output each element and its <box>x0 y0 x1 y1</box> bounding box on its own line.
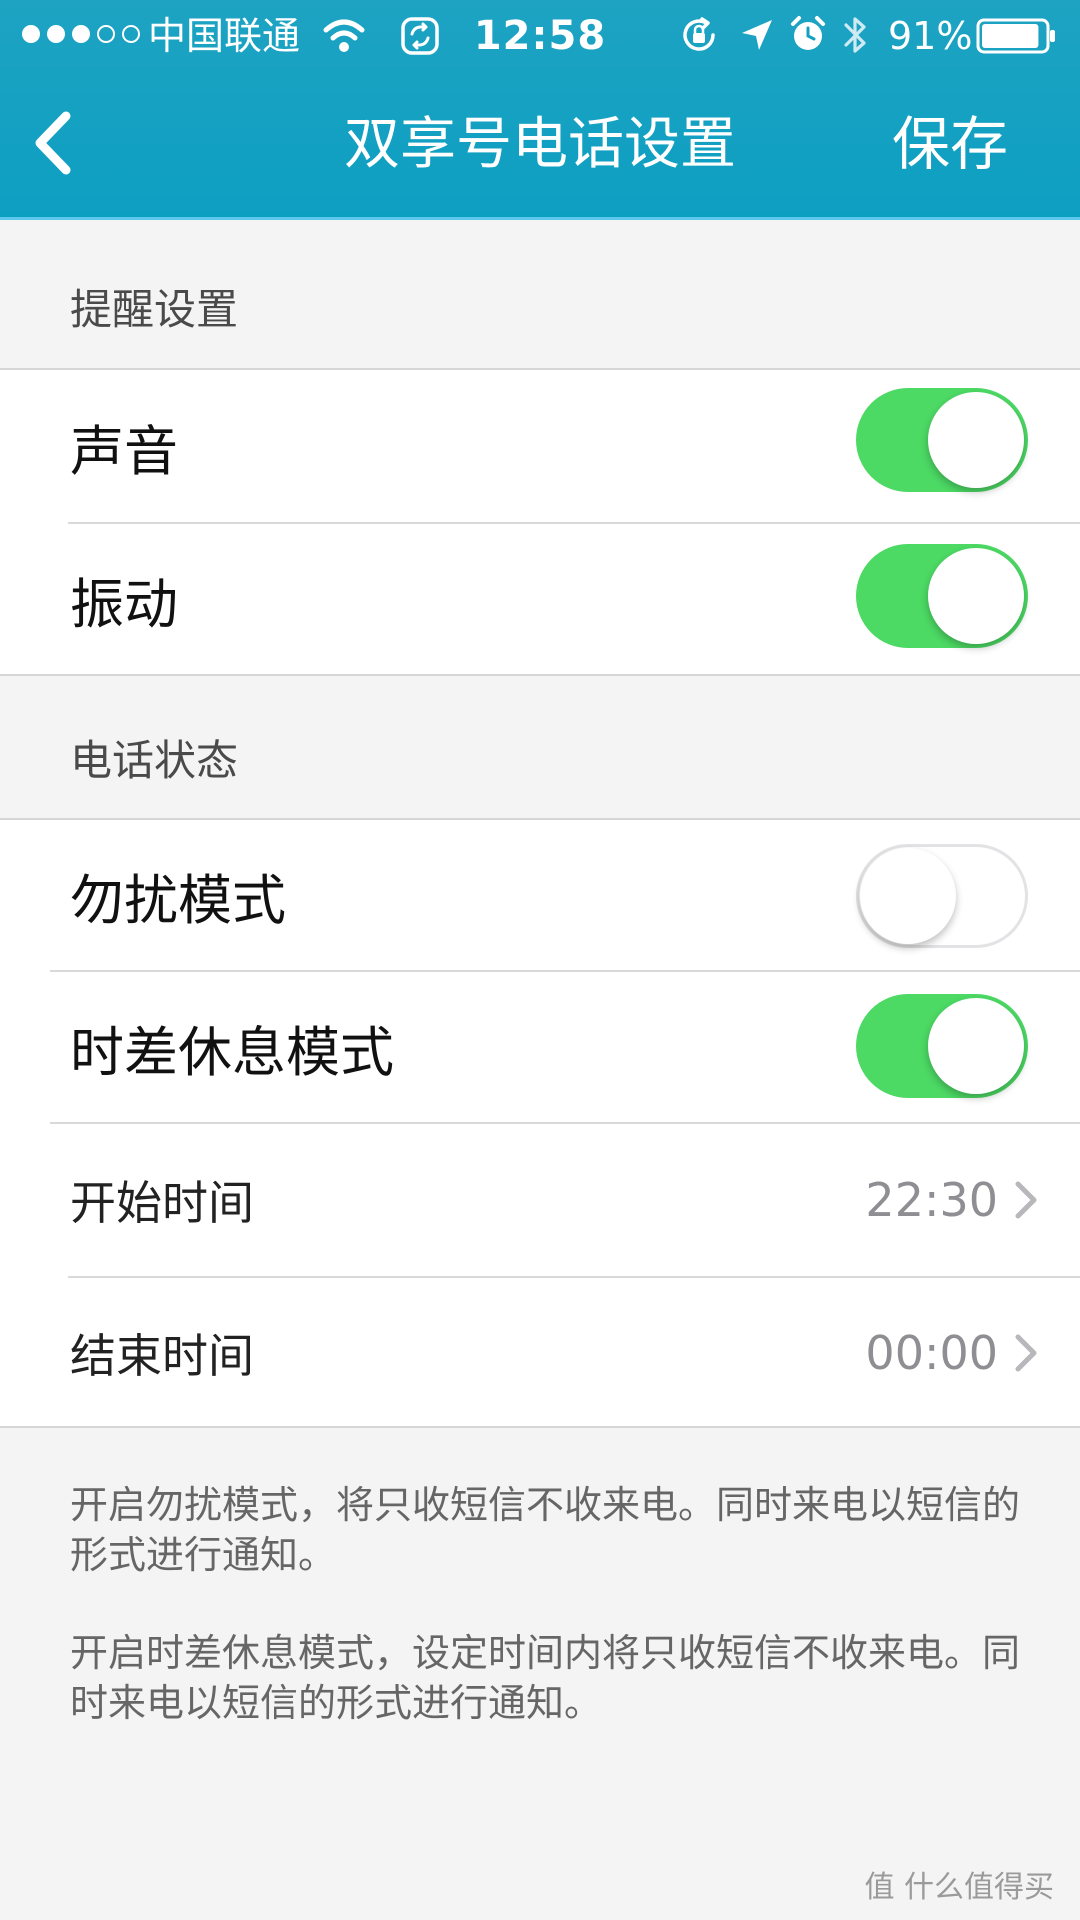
row-label: 声音 <box>70 419 178 483</box>
battery-percent: 91% <box>888 14 973 58</box>
navigation-bar: 双享号电话设置 保存 <box>0 72 1080 217</box>
row-label: 结束时间 <box>70 1329 254 1383</box>
start-time-value-group: 22:30 <box>865 1124 1040 1276</box>
phone-screen: 中国联通 12:58 91% 双享号电话设置 保存 提醒设置 声音 振动 电话状… <box>0 0 1080 1920</box>
end-time-value-group: 00:00 <box>865 1278 1040 1428</box>
header: 中国联通 12:58 91% 双享号电话设置 保存 <box>0 0 1080 220</box>
watermark-text: 值 什么值得买 <box>864 1870 1054 1905</box>
chevron-right-icon <box>1015 1334 1037 1372</box>
settings-row-end-time[interactable]: 结束时间 00:00 <box>0 1278 1080 1428</box>
do-not-disturb-toggle[interactable] <box>856 844 1028 948</box>
vibration-toggle[interactable] <box>856 544 1028 648</box>
settings-row-vibration: 振动 <box>0 524 1080 674</box>
status-bar: 中国联通 12:58 91% <box>0 0 1080 72</box>
row-label: 开始时间 <box>70 1176 254 1230</box>
battery-icon <box>976 18 1055 54</box>
toggle-knob <box>860 848 956 944</box>
toggle-knob <box>928 998 1024 1094</box>
chevron-right-icon <box>1015 1181 1037 1219</box>
row-label: 振动 <box>70 572 178 636</box>
settings-row-do-not-disturb: 勿扰模式 <box>0 820 1080 970</box>
section-header-reminder: 提醒设置 <box>70 285 239 334</box>
settings-row-start-time[interactable]: 开始时间 22:30 <box>0 1124 1080 1276</box>
footnote-time-difference-rest: 开启时差休息模式，设定时间内将只收短信不收来电。同时来电以短信的形式进行通知。 <box>70 1631 1021 1725</box>
watermark: 值 什么值得买 <box>864 1862 1054 1906</box>
bluetooth-icon <box>844 17 866 53</box>
end-time-value: 00:00 <box>865 1326 998 1380</box>
location-icon <box>742 20 772 50</box>
settings-row-sound: 声音 <box>0 370 1080 522</box>
row-label: 时差休息模式 <box>70 1020 394 1084</box>
footnote-do-not-disturb: 开启勿扰模式，将只收短信不收来电。同时来电以短信的形式进行通知。 <box>70 1483 1021 1577</box>
start-time-value: 22:30 <box>865 1173 998 1227</box>
rotation-lock-icon <box>683 17 715 51</box>
settings-group-phone-status: 勿扰模式 时差休息模式 开始时间 22:30 结束时间 00:00 <box>0 818 1080 1428</box>
settings-group-reminder: 声音 振动 <box>0 368 1080 676</box>
time-difference-rest-toggle[interactable] <box>856 994 1028 1098</box>
sound-toggle[interactable] <box>856 388 1028 492</box>
row-label: 勿扰模式 <box>70 868 286 932</box>
save-button[interactable]: 保存 <box>892 72 1008 217</box>
toggle-knob <box>928 548 1024 644</box>
section-header-phone-status: 电话状态 <box>70 736 239 785</box>
settings-row-time-difference-rest: 时差休息模式 <box>0 972 1080 1122</box>
alarm-icon <box>791 16 825 50</box>
toggle-knob <box>928 392 1024 488</box>
